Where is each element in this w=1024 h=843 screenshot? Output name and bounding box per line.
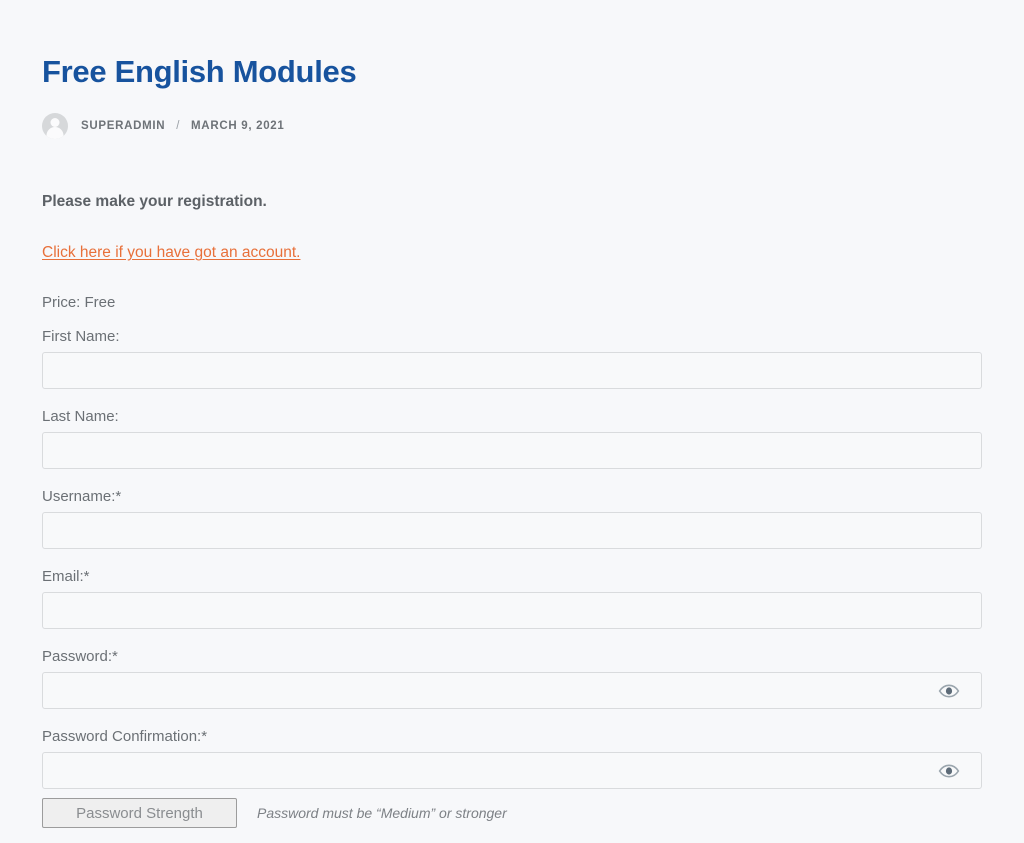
eye-icon[interactable]: [938, 683, 960, 699]
intro-text: Please make your registration.: [42, 193, 267, 210]
username-input[interactable]: [42, 512, 982, 549]
email-input-wrap: [42, 592, 982, 629]
username-input-wrap: [42, 512, 982, 549]
avatar-body: [46, 127, 64, 139]
last-name-label: Last Name:: [42, 408, 119, 425]
avatar: [42, 113, 68, 139]
password-input[interactable]: [42, 672, 982, 709]
password-strength-button[interactable]: Password Strength: [42, 798, 237, 828]
first-name-label: First Name:: [42, 328, 120, 345]
last-name-input-wrap: [42, 432, 982, 469]
post-meta-text: SUPERADMIN / MARCH 9, 2021: [81, 120, 285, 132]
field-email: Email:*: [42, 568, 982, 629]
field-username: Username:*: [42, 488, 982, 549]
eye-icon[interactable]: [938, 763, 960, 779]
field-password: Password:*: [42, 648, 982, 709]
password-confirmation-input[interactable]: [42, 752, 982, 789]
registration-form: First Name: Last Name: Username:* Email:…: [42, 328, 982, 828]
meta-separator: /: [176, 120, 181, 132]
email-input[interactable]: [42, 592, 982, 629]
price-text: Price: Free: [42, 294, 116, 311]
first-name-input-wrap: [42, 352, 982, 389]
password-strength-hint: Password must be “Medium” or stronger: [257, 805, 507, 821]
password-confirmation-input-wrap: [42, 752, 982, 789]
username-label: Username:*: [42, 488, 122, 505]
field-first-name: First Name:: [42, 328, 982, 389]
registration-page: Free English Modules SUPERADMIN / MARCH …: [0, 0, 1024, 843]
post-author: SUPERADMIN: [81, 120, 166, 132]
post-date: MARCH 9, 2021: [191, 120, 285, 132]
existing-account-link[interactable]: Click here if you have got an account.: [42, 244, 300, 262]
password-label: Password:*: [42, 648, 118, 665]
post-meta: SUPERADMIN / MARCH 9, 2021: [42, 113, 982, 139]
page-title: Free English Modules: [42, 54, 357, 89]
first-name-input[interactable]: [42, 352, 982, 389]
field-last-name: Last Name:: [42, 408, 982, 469]
password-strength-row: Password Strength Password must be “Medi…: [42, 798, 982, 828]
field-password-confirmation: Password Confirmation:*: [42, 728, 982, 789]
avatar-head: [50, 118, 60, 127]
password-confirmation-label: Password Confirmation:*: [42, 728, 208, 745]
last-name-input[interactable]: [42, 432, 982, 469]
email-label: Email:*: [42, 568, 90, 585]
password-input-wrap: [42, 672, 982, 709]
